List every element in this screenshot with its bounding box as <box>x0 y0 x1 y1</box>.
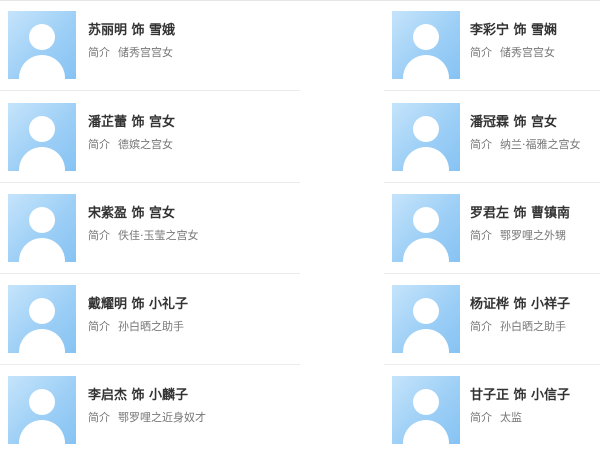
cast-name[interactable]: 李启杰 饰 小麟子 <box>88 384 188 403</box>
avatar[interactable] <box>392 194 460 262</box>
avatar[interactable] <box>8 285 76 353</box>
intro-label: 简介 <box>88 138 110 151</box>
cast-intro: 简介 纳兰·福雅之宫女 <box>470 136 581 152</box>
avatar-body-icon <box>19 147 65 171</box>
intro-text: 太监 <box>500 411 522 424</box>
cast-intro: 简介 储秀宫宫女 <box>470 44 555 60</box>
intro-label: 简介 <box>470 411 492 424</box>
intro-text: 纳兰·福雅之宫女 <box>500 138 581 151</box>
avatar-head-icon <box>29 207 55 233</box>
cast-card[interactable]: 杨证桦 饰 小祥子 简介 孙白晒之助手 <box>384 274 600 365</box>
cast-grid: 苏丽明 饰 雪娥 简介 储秀宫宫女 李彩宁 饰 雪娴 简介 储秀宫宫女 潘芷蕾 饰 … <box>0 0 600 448</box>
cast-intro: 简介 佚佳·玉莹之宫女 <box>88 227 199 243</box>
cast-card[interactable]: 李启杰 饰 小麟子 简介 鄂罗哩之近身奴才 <box>0 365 300 456</box>
avatar-body-icon <box>19 420 65 444</box>
cast-intro: 简介 鄂罗哩之外甥 <box>470 227 566 243</box>
avatar[interactable] <box>8 376 76 444</box>
cast-name[interactable]: 苏丽明 饰 雪娥 <box>88 19 175 38</box>
cast-name[interactable]: 罗君左 饰 曹镇南 <box>470 202 570 221</box>
avatar[interactable] <box>8 11 76 79</box>
intro-text: 孙白晒之助手 <box>500 320 566 333</box>
cast-card[interactable]: 宋紫盈 饰 宫女 简介 佚佳·玉莹之宫女 <box>0 183 300 274</box>
intro-label: 简介 <box>470 46 492 59</box>
avatar-body-icon <box>403 147 449 171</box>
cast-name[interactable]: 戴耀明 饰 小礼子 <box>88 293 188 312</box>
cast-intro: 简介 储秀宫宫女 <box>88 44 173 60</box>
avatar-head-icon <box>413 207 439 233</box>
intro-label: 简介 <box>88 229 110 242</box>
cast-name[interactable]: 潘冠霖 饰 宫女 <box>470 111 557 130</box>
row-divider <box>384 90 600 91</box>
intro-label: 简介 <box>470 229 492 242</box>
cast-card[interactable]: 潘芷蕾 饰 宫女 简介 德嫔之宫女 <box>0 92 300 183</box>
intro-text: 储秀宫宫女 <box>118 46 173 59</box>
avatar[interactable] <box>8 103 76 171</box>
cast-card[interactable]: 李彩宁 饰 雪娴 简介 储秀宫宫女 <box>384 0 600 91</box>
cast-card[interactable]: 潘冠霖 饰 宫女 简介 纳兰·福雅之宫女 <box>384 92 600 183</box>
cast-name[interactable]: 甘子正 饰 小信子 <box>470 384 570 403</box>
avatar-body-icon <box>403 329 449 353</box>
avatar-body-icon <box>19 238 65 262</box>
intro-text: 德嫔之宫女 <box>118 138 173 151</box>
avatar-head-icon <box>413 298 439 324</box>
avatar-head-icon <box>413 389 439 415</box>
cast-card[interactable]: 罗君左 饰 曹镇南 简介 鄂罗哩之外甥 <box>384 183 600 274</box>
intro-text: 孙白晒之助手 <box>118 320 184 333</box>
intro-label: 简介 <box>470 138 492 151</box>
avatar-body-icon <box>403 420 449 444</box>
avatar-head-icon <box>413 116 439 142</box>
row-divider <box>0 90 300 91</box>
avatar-head-icon <box>29 298 55 324</box>
intro-label: 简介 <box>88 411 110 424</box>
intro-text: 储秀宫宫女 <box>500 46 555 59</box>
cast-intro: 简介 孙白晒之助手 <box>470 318 566 334</box>
avatar-body-icon <box>403 238 449 262</box>
avatar-body-icon <box>19 55 65 79</box>
cast-card[interactable]: 戴耀明 饰 小礼子 简介 孙白晒之助手 <box>0 274 300 365</box>
avatar-head-icon <box>29 24 55 50</box>
intro-text: 佚佳·玉莹之宫女 <box>118 229 199 242</box>
avatar[interactable] <box>392 11 460 79</box>
cast-card[interactable]: 苏丽明 饰 雪娥 简介 储秀宫宫女 <box>0 0 300 91</box>
cast-name[interactable]: 潘芷蕾 饰 宫女 <box>88 111 175 130</box>
avatar-head-icon <box>413 24 439 50</box>
intro-text: 鄂罗哩之近身奴才 <box>118 411 206 424</box>
avatar[interactable] <box>392 103 460 171</box>
intro-text: 鄂罗哩之外甥 <box>500 229 566 242</box>
cast-intro: 简介 德嫔之宫女 <box>88 136 173 152</box>
intro-label: 简介 <box>88 320 110 333</box>
avatar[interactable] <box>392 285 460 353</box>
cast-intro: 简介 孙白晒之助手 <box>88 318 184 334</box>
avatar-head-icon <box>29 116 55 142</box>
cast-card[interactable]: 甘子正 饰 小信子 简介 太监 <box>384 365 600 456</box>
cast-intro: 简介 太监 <box>470 409 522 425</box>
avatar-head-icon <box>29 389 55 415</box>
intro-label: 简介 <box>470 320 492 333</box>
avatar-body-icon <box>19 329 65 353</box>
cast-name[interactable]: 李彩宁 饰 雪娴 <box>470 19 557 38</box>
cast-name[interactable]: 杨证桦 饰 小祥子 <box>470 293 570 312</box>
avatar[interactable] <box>8 194 76 262</box>
intro-label: 简介 <box>88 46 110 59</box>
avatar-body-icon <box>403 55 449 79</box>
avatar[interactable] <box>392 376 460 444</box>
cast-intro: 简介 鄂罗哩之近身奴才 <box>88 409 206 425</box>
cast-name[interactable]: 宋紫盈 饰 宫女 <box>88 202 175 221</box>
